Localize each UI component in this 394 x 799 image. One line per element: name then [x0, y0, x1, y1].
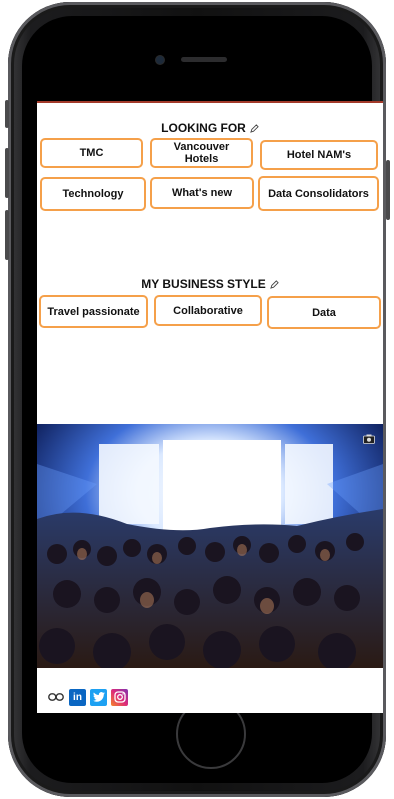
chip-vancouver-hotels[interactable]: Vancouver Hotels	[150, 138, 253, 168]
chip-label: TMC	[79, 147, 104, 159]
chip-data-consolidators[interactable]: Data Consolidators	[258, 176, 379, 211]
chip-technology[interactable]: Technology	[40, 177, 146, 211]
front-camera	[156, 56, 164, 64]
chip-label: Data	[312, 306, 336, 319]
linkedin-icon-label: in	[73, 691, 82, 703]
looking-for-title: LOOKING FOR	[37, 121, 383, 136]
volume-down-button	[5, 210, 9, 260]
cover-photo-concert-crowd	[37, 424, 383, 668]
chip-label: Vancouver Hotels	[173, 141, 230, 165]
concert-illustration	[37, 424, 383, 668]
earpiece-speaker	[181, 57, 227, 62]
chip-label: Technology	[62, 188, 124, 200]
chip-label: Travel passionate	[47, 305, 140, 318]
chip-tmc[interactable]: TMC	[40, 138, 143, 168]
pencil-icon[interactable]	[269, 278, 279, 292]
link-icon[interactable]	[47, 689, 65, 706]
chip-label: Collaborative	[173, 304, 243, 317]
social-links: in	[47, 688, 128, 706]
mute-switch	[5, 100, 9, 128]
chip-collaborative[interactable]: Collaborative	[154, 295, 262, 326]
chip-data[interactable]: Data	[267, 296, 381, 329]
chip-whats-new[interactable]: What's new	[150, 177, 254, 209]
volume-up-button	[5, 148, 9, 198]
chip-label: Data Consolidators	[268, 187, 369, 200]
business-style-title-text: MY BUSINESS STYLE	[141, 277, 266, 291]
app-screen: LOOKING FOR TMC Vancouver Hotels Hotel N…	[37, 101, 383, 713]
instagram-icon[interactable]	[111, 688, 128, 706]
looking-for-title-text: LOOKING FOR	[161, 121, 246, 135]
chip-label: What's new	[171, 187, 233, 199]
business-style-title: MY BUSINESS STYLE	[37, 277, 383, 292]
pencil-icon[interactable]	[250, 122, 259, 136]
linkedin-icon[interactable]: in	[69, 688, 86, 706]
camera-icon[interactable]	[363, 434, 375, 444]
chip-hotel-nams[interactable]: Hotel NAM's	[260, 140, 378, 170]
chip-label: Hotel NAM's	[286, 149, 352, 161]
chip-travel-passionate[interactable]: Travel passionate	[39, 295, 148, 328]
twitter-icon[interactable]	[90, 688, 107, 706]
power-button	[386, 160, 390, 220]
